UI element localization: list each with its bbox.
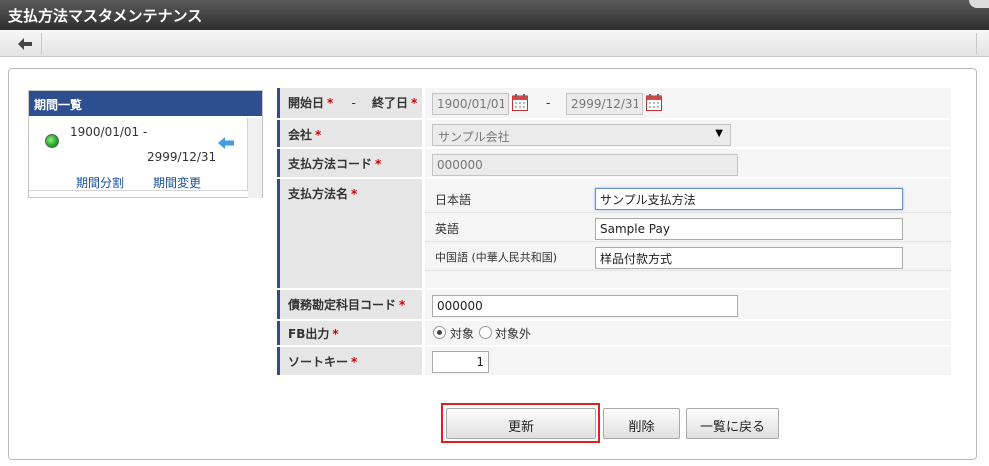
row-payment-code: 支払方法コード *: [277, 149, 951, 178]
window-title: 支払方法マスタメンテナンス: [8, 7, 203, 25]
sort-key-value-cell: [425, 347, 951, 375]
delete-button[interactable]: 削除: [603, 408, 680, 439]
period-list-scrollbar[interactable]: [248, 118, 262, 198]
start-date-label: 開始日: [288, 96, 325, 110]
calendar-icon[interactable]: [512, 94, 528, 111]
sort-key-label-text: ソートキー: [288, 355, 349, 369]
period-start: 1900/01/01 -: [70, 125, 148, 139]
start-date-input[interactable]: [432, 93, 509, 115]
arrow-left-icon[interactable]: [218, 137, 234, 149]
lang-label-en: 英語: [435, 222, 460, 236]
required-mark: *: [332, 327, 339, 341]
toolbar: [0, 30, 989, 57]
date-range-dash: -: [546, 96, 551, 110]
row-company: 会社 * サンプル会社 ▼: [277, 120, 951, 148]
row-account-code: 債務勘定科目コード *: [277, 290, 951, 320]
period-list-panel: 期間一覧 1900/01/01 - 2999/12/31 期間分割 期間変更: [28, 90, 263, 198]
payment-name-en-input[interactable]: [595, 218, 903, 240]
required-mark: *: [351, 187, 358, 201]
period-value-cell: -: [425, 88, 951, 118]
fb-output-label-text: FB出力: [288, 327, 330, 341]
period-end: 2999/12/31: [147, 150, 217, 164]
fb-output-target-label[interactable]: 対象: [450, 325, 474, 342]
required-mark: *: [315, 128, 322, 142]
fb-output-target-radio[interactable]: [433, 326, 446, 339]
arrow-left-icon: [17, 37, 32, 50]
required-mark: *: [399, 298, 406, 312]
required-mark: *: [375, 157, 382, 171]
dropdown-arrow-icon: ▼: [715, 128, 723, 139]
payment-code-label-text: 支払方法コード: [288, 157, 373, 171]
company-select[interactable]: サンプル会社 ▼: [432, 124, 731, 146]
payment-code-label: 支払方法コード *: [277, 149, 422, 177]
company-value-cell: サンプル会社 ▼: [425, 120, 951, 147]
label-separator: -: [351, 96, 356, 110]
calendar-icon[interactable]: [646, 94, 662, 111]
required-mark: *: [327, 96, 334, 110]
row-period: 開始日* - 終了日* -: [277, 88, 951, 119]
row-fb-output: FB出力 * 対象 対象外: [277, 321, 951, 346]
row-payment-name: 支払方法名* 日本語 英語 中国語 (中華人民共和国): [277, 179, 951, 289]
lang-label-zh: 中国語 (中華人民共和国): [435, 251, 558, 264]
lang-row-ja: 日本語: [425, 185, 951, 213]
period-label: 開始日 * - 終了日 *: [277, 88, 422, 118]
account-code-label-text: 債務勘定科目コード: [288, 298, 397, 312]
payment-name-ja-input[interactable]: [595, 188, 903, 210]
payment-name-label-text: 支払方法名: [288, 187, 349, 201]
lang-label-ja: 日本語: [435, 193, 472, 207]
active-status-icon: [45, 134, 59, 148]
lang-row-en: 英語: [425, 214, 951, 242]
toolbar-divider: [976, 33, 977, 54]
required-mark: *: [411, 96, 418, 110]
end-date-label: 終了日: [372, 96, 409, 110]
fb-output-excluded-label[interactable]: 対象外: [495, 325, 531, 342]
payment-code-input[interactable]: [432, 154, 738, 176]
company-label: 会社 *: [277, 120, 422, 147]
fb-output-value-cell: 対象 対象外: [425, 321, 951, 345]
company-label-text: 会社: [288, 128, 313, 142]
window-corner: [969, 0, 989, 8]
back-button[interactable]: [8, 33, 42, 54]
account-code-input[interactable]: [432, 295, 738, 317]
period-list-item[interactable]: 1900/01/01 - 2999/12/31 期間分割 期間変更: [29, 118, 248, 191]
lang-row-zh: 中国語 (中華人民共和国): [425, 243, 951, 271]
required-mark: *: [351, 355, 358, 369]
row-sort-key: ソートキー *: [277, 347, 951, 376]
sort-key-input[interactable]: [432, 351, 489, 373]
sort-key-label: ソートキー *: [277, 347, 422, 375]
company-selected-value: サンプル会社: [438, 130, 510, 144]
payment-name-zh-input[interactable]: [595, 247, 903, 269]
payment-code-value-cell: [425, 149, 951, 177]
back-to-list-button[interactable]: 一覧に戻る: [686, 408, 779, 439]
fb-output-label: FB出力 *: [277, 321, 422, 345]
period-list-header: 期間一覧: [29, 91, 262, 116]
update-button[interactable]: 更新: [446, 408, 596, 439]
account-code-label: 債務勘定科目コード *: [277, 290, 422, 319]
fb-output-excluded-radio[interactable]: [479, 326, 492, 339]
period-split-link[interactable]: 期間分割: [76, 174, 124, 191]
account-code-value-cell: [425, 290, 951, 319]
window-titlebar: 支払方法マスタメンテナンス: [0, 0, 989, 30]
period-change-link[interactable]: 期間変更: [153, 174, 201, 191]
payment-name-label: 支払方法名 *: [277, 179, 422, 288]
end-date-input[interactable]: [566, 93, 643, 115]
